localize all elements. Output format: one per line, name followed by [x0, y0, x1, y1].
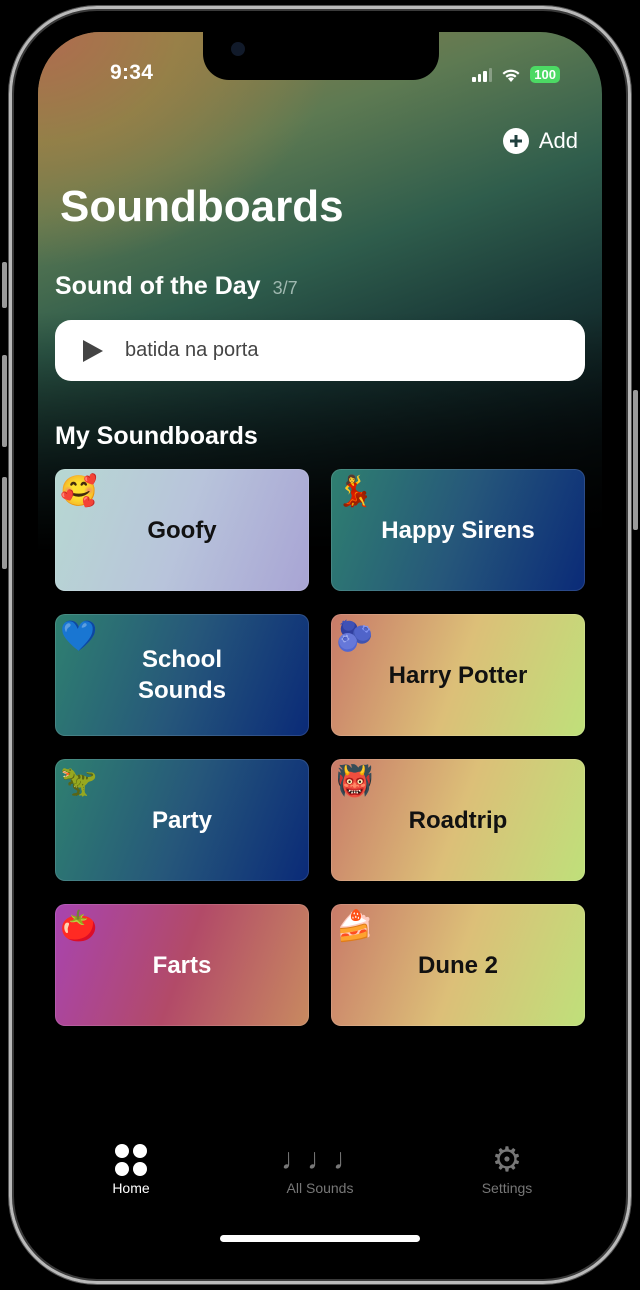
play-icon[interactable]: [83, 339, 103, 362]
emoji-icon: 💃: [336, 475, 374, 508]
status-time: 9:34: [110, 61, 154, 84]
sound-of-the-day-heading: Sound of the Day 3/7: [55, 272, 298, 301]
soundboard-label: Party: [151, 806, 213, 834]
soundboard-tile[interactable]: 💃 Happy Sirens: [331, 469, 585, 591]
sound-of-the-day-count: 3/7: [272, 278, 298, 298]
soundboard-tile[interactable]: 💙 School Sounds: [55, 614, 309, 736]
soundboard-label: Dune 2: [417, 951, 498, 979]
music-notes-icon: ♩♩♩: [281, 1143, 363, 1176]
tab-all-sounds-label: All Sounds: [286, 1180, 354, 1196]
add-label: Add: [538, 128, 578, 153]
tab-home-label: Home: [112, 1180, 150, 1196]
screen: 9:34 100 Add Soundboards Sound of the Da…: [38, 32, 602, 1258]
front-camera: [231, 42, 245, 56]
soundboard-label: Harry Potter: [388, 661, 528, 689]
soundboard-tile[interactable]: 🦖 Party: [55, 759, 309, 881]
tab-settings[interactable]: ⚙ Settings: [447, 1141, 567, 1196]
tab-bar: Home ♩♩♩ All Sounds ⚙ Settings: [38, 1128, 602, 1258]
status-icons: 100: [472, 66, 560, 83]
wifi-icon: [502, 69, 520, 82]
emoji-icon: 💙: [60, 620, 98, 653]
gear-icon: ⚙: [491, 1141, 523, 1179]
soundboard-label: Happy Sirens: [381, 516, 535, 544]
emoji-icon: 🦖: [60, 765, 98, 798]
page-title: Soundboards: [60, 182, 344, 231]
signal-icon: [472, 67, 493, 82]
tab-settings-label: Settings: [481, 1180, 533, 1196]
mute-switch: [2, 262, 7, 308]
emoji-icon: 👹: [336, 765, 374, 798]
emoji-icon: 🍰: [336, 910, 374, 943]
sound-name: batida na porta: [125, 339, 259, 361]
emoji-icon: 🥰: [60, 475, 98, 508]
soundboard-label: Goofy: [147, 516, 217, 544]
soundboard-tile[interactable]: 🍰 Dune 2: [331, 904, 585, 1026]
soundboard-tile[interactable]: 🫐 Harry Potter: [331, 614, 585, 736]
soundboard-tile[interactable]: 🥰 Goofy: [55, 469, 309, 591]
tab-all-sounds[interactable]: ♩♩♩ All Sounds: [260, 1143, 380, 1197]
home-indicator[interactable]: [220, 1235, 420, 1242]
volume-up-button: [2, 355, 7, 447]
sound-of-the-day-card[interactable]: batida na porta: [55, 320, 585, 381]
soundboard-tile[interactable]: 🍅 Farts: [55, 904, 309, 1026]
add-button[interactable]: Add: [502, 128, 578, 154]
grid-icon: [115, 1144, 147, 1176]
soundboard-label: Farts: [152, 951, 212, 979]
soundboard-tile[interactable]: 👹 Roadtrip: [331, 759, 585, 881]
soundboard-grid: 🥰 Goofy 💃 Happy Sirens 💙 School Sounds 🫐 Har…: [55, 469, 585, 1026]
power-button: [633, 390, 638, 530]
notch: [203, 32, 439, 80]
plus-circle-icon: [502, 128, 529, 154]
volume-down-button: [2, 477, 7, 569]
my-soundboards-title: My Soundboards: [55, 422, 258, 450]
soundboard-label: Roadtrip: [408, 806, 508, 834]
sound-of-the-day-title: Sound of the Day: [55, 272, 261, 300]
battery-icon: 100: [530, 66, 560, 83]
emoji-icon: 🍅: [60, 910, 98, 943]
tab-home[interactable]: Home: [71, 1144, 191, 1196]
emoji-icon: 🫐: [336, 620, 374, 653]
